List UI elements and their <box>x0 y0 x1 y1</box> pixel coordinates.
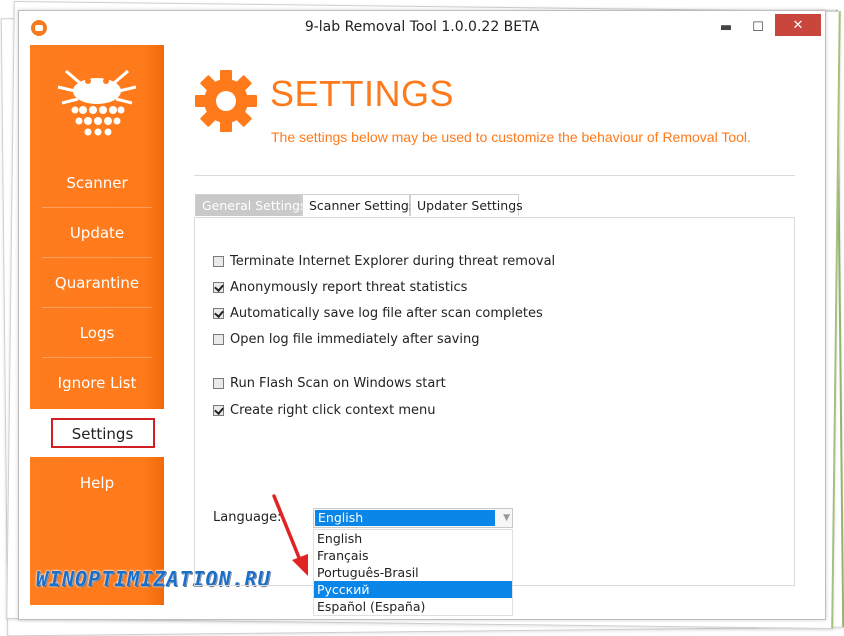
option-open-log[interactable]: Open log file immediately after saving <box>213 330 479 348</box>
language-option[interactable]: Русский <box>314 581 512 598</box>
sidebar-divider <box>42 357 152 358</box>
checkbox[interactable] <box>213 377 224 389</box>
gear-icon <box>195 70 257 132</box>
option-label: Open log file immediately after saving <box>230 331 480 347</box>
option-label: Anonymously report threat statistics <box>230 279 468 295</box>
sidebar-item-scanner[interactable]: Scanner <box>30 159 164 207</box>
language-selected-value: English <box>314 509 496 527</box>
chevron-down-icon: ▼ <box>503 513 510 523</box>
sidebar-item-logs[interactable]: Logs <box>30 309 164 357</box>
minimize-button[interactable]: ▬ <box>711 14 741 40</box>
checkbox[interactable] <box>213 281 224 293</box>
checkbox[interactable] <box>213 333 224 345</box>
window-title: 9-lab Removal Tool 1.0.0.22 BETA <box>304 19 540 35</box>
option-label: Terminate Internet Explorer during threa… <box>230 253 556 269</box>
sidebar-divider <box>42 307 152 308</box>
option-label: Automatically save log file after scan c… <box>230 305 543 321</box>
option-flash-scan-start[interactable]: Run Flash Scan on Windows start <box>213 374 446 392</box>
close-button[interactable]: ✕ <box>775 14 821 36</box>
maximize-button[interactable]: ☐ <box>743 14 773 40</box>
annotation-arrow-icon <box>272 494 308 576</box>
sidebar-divider <box>42 207 152 208</box>
title-bar[interactable]: 9-lab Removal Tool 1.0.0.22 BETA ▬ ☐ ✕ <box>19 11 825 44</box>
checkbox[interactable] <box>213 255 224 267</box>
page-title: SETTINGS <box>270 73 455 114</box>
sidebar-item-quarantine[interactable]: Quarantine <box>30 259 164 307</box>
language-dropdown-list: English Français Português-Brasil Русски… <box>313 529 513 616</box>
checkbox[interactable] <box>213 404 224 416</box>
language-select[interactable]: English ▼ <box>313 508 513 528</box>
sidebar-item-settings[interactable]: Settings <box>30 409 175 457</box>
tab-general-settings[interactable]: General Settings <box>195 194 307 216</box>
option-label: Create right click context menu <box>230 402 436 418</box>
option-report-statistics[interactable]: Anonymously report threat statistics <box>213 278 467 296</box>
option-autosave-log[interactable]: Automatically save log file after scan c… <box>213 304 543 322</box>
app-window: 9-lab Removal Tool 1.0.0.22 BETA ▬ ☐ ✕ S… <box>18 10 826 620</box>
sidebar-item-ignore-list[interactable]: Ignore List <box>30 359 164 407</box>
language-option[interactable]: Español (España) <box>314 598 512 615</box>
checkbox[interactable] <box>213 307 224 319</box>
option-terminate-ie[interactable]: Terminate Internet Explorer during threa… <box>213 252 555 270</box>
sidebar: Scanner Update Quarantine Logs Ignore Li… <box>30 45 270 605</box>
option-label: Run Flash Scan on Windows start <box>230 375 446 391</box>
sidebar-item-help[interactable]: Help <box>30 459 164 507</box>
language-option[interactable]: English <box>314 530 512 547</box>
sidebar-item-label: Settings <box>50 418 155 448</box>
bug-logo-icon <box>57 69 137 136</box>
sidebar-item-update[interactable]: Update <box>30 209 164 257</box>
tab-scanner-settings[interactable]: Scanner Settings <box>302 194 415 216</box>
page-subtitle: The settings below may be used to custom… <box>271 129 751 145</box>
language-option[interactable]: Português-Brasil <box>314 564 512 581</box>
language-option[interactable]: Français <box>314 547 512 564</box>
divider <box>194 175 795 176</box>
option-context-menu[interactable]: Create right click context menu <box>213 401 435 419</box>
main-content: SETTINGS The settings below may be used … <box>164 45 825 619</box>
sidebar-divider <box>42 257 152 258</box>
tab-updater-settings[interactable]: Updater Settings <box>410 194 523 216</box>
